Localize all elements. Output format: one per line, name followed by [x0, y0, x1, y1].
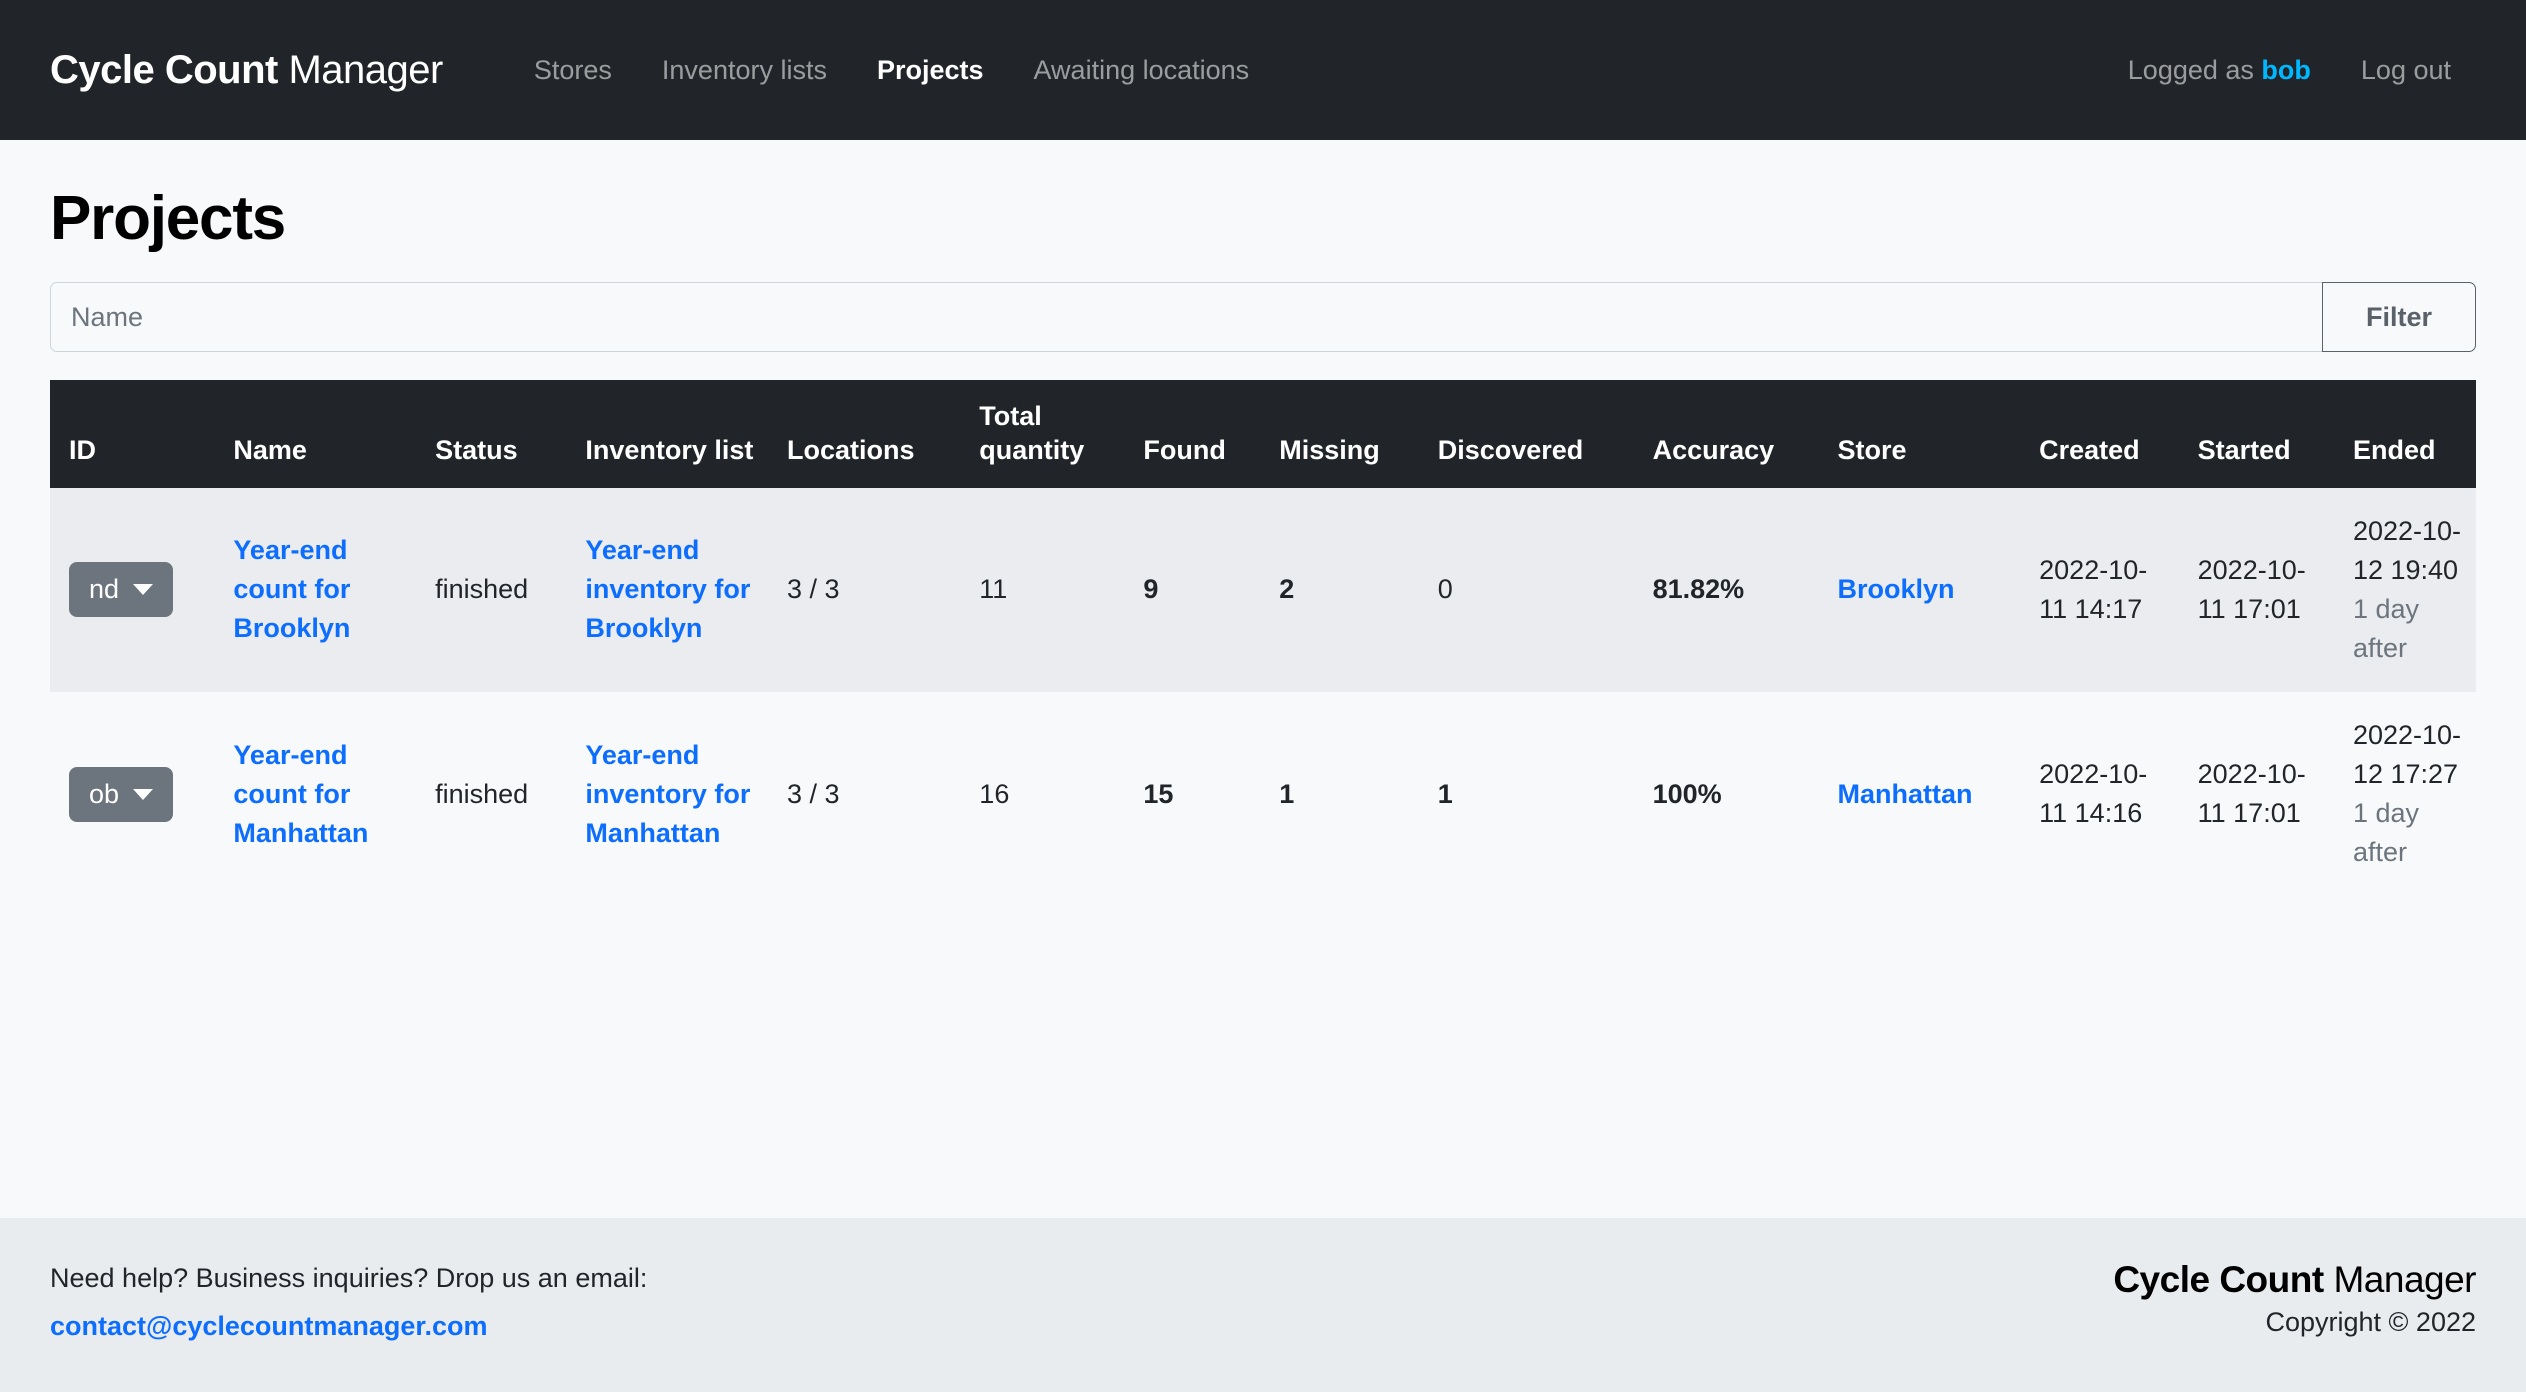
nav-link-projects[interactable]: Projects — [852, 55, 1009, 86]
cell-total-quantity: 16 — [979, 778, 1010, 809]
header-discovered[interactable]: Discovered — [1424, 380, 1640, 488]
header-found[interactable]: Found — [1130, 380, 1267, 488]
ended-timestamp: 2022-10-12 19:40 — [2352, 515, 2462, 585]
cell-discovered: 0 — [1437, 574, 1453, 605]
table-row: nd Year-end count for Brooklyn finished … — [50, 487, 2476, 693]
filter-bar: Filter — [50, 282, 2476, 352]
ended-relative: 1 day after — [2352, 798, 2420, 868]
footer-branding: Cycle Count Manager Copyright © 2022 — [2113, 1258, 2476, 1337]
ended-relative: 1 day after — [2352, 593, 2420, 663]
table-row: ob Year-end count for Manhattan finished… — [50, 692, 2476, 897]
cell-missing: 1 — [1279, 778, 1295, 809]
chevron-down-icon — [133, 584, 154, 596]
page-title: Projects — [50, 184, 286, 253]
cell-missing: 2 — [1279, 574, 1295, 605]
cell-id: nd — [50, 488, 220, 693]
cell-accuracy: 100% — [1652, 778, 1722, 809]
id-dropdown-button[interactable]: ob — [69, 766, 174, 822]
logged-as-label: Logged as bob — [2103, 55, 2336, 86]
project-name-link[interactable]: Year-end count for Brooklyn — [233, 535, 350, 643]
top-navbar: Cycle Count Manager Stores Inventory lis… — [0, 0, 2526, 140]
footer-brand-strong: Cycle Count — [2113, 1259, 2324, 1301]
cell-name: Year-end count for Manhattan — [220, 692, 422, 897]
cell-accuracy: 81.82% — [1652, 574, 1745, 605]
header-total-quantity[interactable]: Total quantity — [966, 380, 1131, 488]
cell-status: finished — [435, 574, 529, 605]
projects-table: ID Name Status Inventory list Locations … — [50, 380, 2476, 897]
logged-as-username[interactable]: bob — [2261, 55, 2310, 85]
header-id[interactable]: ID — [50, 380, 221, 488]
cell-locations: 3 / 3 — [787, 574, 840, 605]
cell-inventory-list: Year-end inventory for Brooklyn — [572, 488, 774, 693]
footer-copyright: Copyright © 2022 — [2265, 1306, 2476, 1337]
cell-found: 15 — [1143, 778, 1174, 809]
cell-ended: 2022-10-12 17:27 1 day after — [2340, 692, 2476, 897]
filter-button[interactable]: Filter — [2322, 282, 2476, 352]
main-content: Projects Filter ID Name Status Inventory… — [0, 140, 2526, 1219]
inventory-list-link[interactable]: Year-end inventory for Brooklyn — [585, 535, 750, 643]
cell-ended: 2022-10-12 19:40 1 day after — [2340, 488, 2476, 693]
header-inventory-list[interactable]: Inventory list — [572, 380, 775, 488]
store-link[interactable]: Manhattan — [1837, 779, 1972, 809]
nav-right: Logged as bob Log out — [2103, 55, 2476, 86]
brand-logo[interactable]: Cycle Count Manager — [50, 48, 443, 93]
nav-links: Stores Inventory lists Projects Awaiting… — [509, 55, 1274, 86]
header-store[interactable]: Store — [1824, 380, 2027, 488]
header-status[interactable]: Status — [422, 380, 573, 488]
footer-contact: Need help? Business inquiries? Drop us a… — [50, 1258, 647, 1348]
cell-name: Year-end count for Brooklyn — [220, 488, 422, 693]
footer-brand: Cycle Count Manager — [2113, 1258, 2476, 1302]
cell-status: finished — [435, 778, 529, 809]
table-body: nd Year-end count for Brooklyn finished … — [50, 487, 2476, 897]
cell-store: Manhattan — [1824, 692, 2026, 897]
brand-light: Manager — [288, 47, 443, 92]
cell-inventory-list: Year-end inventory for Manhattan — [572, 692, 774, 897]
header-missing[interactable]: Missing — [1266, 380, 1425, 488]
footer-email-link[interactable]: contact@cyclecountmanager.com — [50, 1306, 647, 1348]
cell-created: 2022-10-11 14:16 — [2039, 759, 2148, 829]
store-link[interactable]: Brooklyn — [1837, 574, 1954, 604]
cell-started: 2022-10-11 17:01 — [2197, 759, 2306, 829]
cell-locations: 3 / 3 — [787, 778, 840, 809]
logout-link[interactable]: Log out — [2336, 55, 2476, 86]
chevron-down-icon — [133, 788, 154, 800]
header-locations[interactable]: Locations — [774, 380, 967, 488]
inventory-list-link[interactable]: Year-end inventory for Manhattan — [585, 740, 750, 848]
nav-link-stores[interactable]: Stores — [509, 55, 637, 86]
page-footer: Need help? Business inquiries? Drop us a… — [0, 1218, 2526, 1392]
cell-store: Brooklyn — [1824, 488, 2026, 693]
header-accuracy[interactable]: Accuracy — [1639, 380, 1825, 488]
header-name[interactable]: Name — [220, 380, 423, 488]
id-dropdown-label: nd — [89, 574, 120, 605]
brand-strong: Cycle Count — [50, 47, 278, 92]
ended-timestamp: 2022-10-12 17:27 — [2352, 720, 2462, 790]
cell-created: 2022-10-11 14:17 — [2039, 554, 2148, 624]
nav-link-inventory-lists[interactable]: Inventory lists — [637, 55, 852, 86]
cell-found: 9 — [1143, 574, 1159, 605]
cell-discovered: 1 — [1437, 778, 1453, 809]
id-dropdown-label: ob — [89, 778, 120, 809]
id-dropdown-button[interactable]: nd — [69, 562, 174, 618]
table-head: ID Name Status Inventory list Locations … — [50, 380, 2476, 488]
nav-link-awaiting-locations[interactable]: Awaiting locations — [1009, 55, 1275, 86]
footer-help-text: Need help? Business inquiries? Drop us a… — [50, 1263, 648, 1294]
header-ended[interactable]: Ended — [2339, 380, 2476, 488]
table-header-row: ID Name Status Inventory list Locations … — [50, 380, 2476, 488]
project-name-link[interactable]: Year-end count for Manhattan — [233, 740, 368, 848]
cell-started: 2022-10-11 17:01 — [2197, 554, 2306, 624]
logged-as-prefix: Logged as — [2127, 54, 2254, 85]
name-filter-input[interactable] — [50, 282, 2322, 352]
cell-id: ob — [50, 692, 220, 897]
header-created[interactable]: Created — [2026, 380, 2185, 488]
footer-brand-light: Manager — [2333, 1259, 2476, 1301]
header-started[interactable]: Started — [2184, 380, 2340, 488]
cell-total-quantity: 11 — [979, 574, 1008, 605]
app-root: Cycle Count Manager Stores Inventory lis… — [0, 0, 2526, 1392]
